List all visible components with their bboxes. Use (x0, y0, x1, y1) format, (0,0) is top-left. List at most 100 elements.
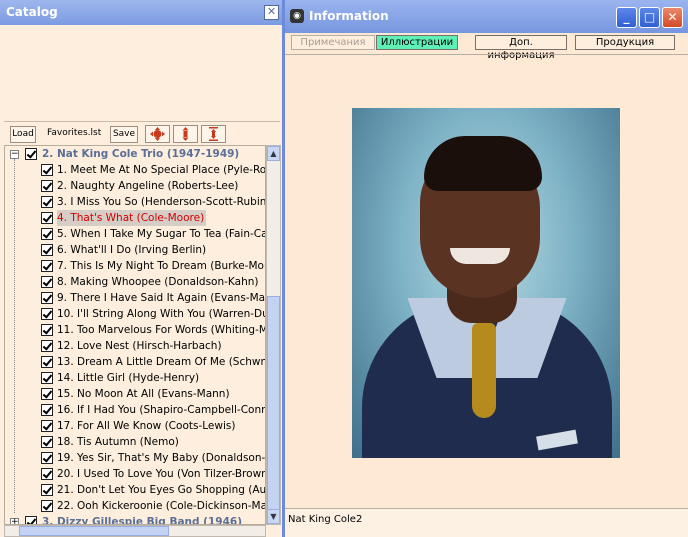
track-checkbox[interactable] (41, 468, 53, 480)
playlist-file-name: Favorites.lst (47, 128, 102, 138)
horizontal-scrollbar[interactable] (4, 525, 266, 537)
minimize-icon[interactable]: _ (616, 7, 637, 28)
load-button[interactable]: Load (10, 126, 36, 143)
track-checkbox[interactable] (41, 420, 53, 432)
track-row[interactable]: 3. I Miss You So (Henderson-Scott-Rubin) (5, 194, 265, 210)
move-up-down-icon[interactable] (173, 125, 198, 143)
horizontal-scroll-thumb[interactable] (19, 526, 169, 536)
track-checkbox[interactable] (41, 404, 53, 416)
track-row[interactable]: 11. Too Marvelous For Words (Whiting-Mer (5, 322, 265, 338)
information-window: ◉ Information _ □ ✕ Примечания Иллюстрац… (285, 0, 688, 537)
track-label: 19. Yes Sir, That's My Baby (Donaldson-K… (57, 452, 266, 464)
track-row[interactable]: 20. I Used To Love You (Von Tilzer-Brown… (5, 466, 265, 482)
track-checkbox[interactable] (41, 340, 53, 352)
maximize-icon[interactable]: □ (639, 7, 660, 28)
track-row[interactable]: 18. Tis Autumn (Nemo) (5, 434, 265, 450)
track-checkbox[interactable] (41, 260, 53, 272)
track-label: 5. When I Take My Sugar To Tea (Fain-Cah… (57, 228, 266, 240)
information-title-bar[interactable]: ◉ Information _ □ ✕ (285, 0, 688, 33)
track-checkbox[interactable] (41, 164, 53, 176)
track-label: 11. Too Marvelous For Words (Whiting-Mer (57, 324, 266, 336)
track-label: 2. Naughty Angeline (Roberts-Lee) (57, 180, 239, 192)
track-row[interactable]: 10. I'll String Along With You (Warren-D… (5, 306, 265, 322)
track-checkbox[interactable] (41, 484, 53, 496)
track-checkbox[interactable] (41, 292, 53, 304)
track-row[interactable]: 9. There I Have Said It Again (Evans-Man… (5, 290, 265, 306)
track-label: 1. Meet Me At No Special Place (Pyle-Rob… (57, 164, 266, 176)
track-checkbox[interactable] (41, 180, 53, 192)
track-checkbox[interactable] (41, 308, 53, 320)
track-label: 12. Love Nest (Hirsch-Harbach) (57, 340, 222, 352)
track-label: 6. What'll I Do (Irving Berlin) (57, 244, 207, 256)
track-row[interactable]: 13. Dream A Little Dream Of Me (Schwndt-… (5, 354, 265, 370)
scroll-up-icon[interactable]: ▲ (267, 146, 280, 161)
track-checkbox[interactable] (41, 276, 53, 288)
track-checkbox[interactable] (41, 436, 53, 448)
artist-photo (352, 108, 620, 458)
catalog-title: Catalog (6, 5, 58, 19)
track-checkbox[interactable] (41, 500, 53, 512)
close-icon[interactable]: ✕ (662, 7, 683, 28)
track-row[interactable]: 14. Little Girl (Hyde-Henry) (5, 370, 265, 386)
track-row[interactable]: 1. Meet Me At No Special Place (Pyle-Rob… (5, 162, 265, 178)
collapse-icon[interactable]: − (10, 150, 19, 159)
track-row[interactable]: 19. Yes Sir, That's My Baby (Donaldson-K… (5, 450, 265, 466)
track-label: 10. I'll String Along With You (Warren-D… (57, 308, 266, 320)
track-row-selected[interactable]: 4. That's What (Cole-Moore) (5, 210, 265, 226)
catalog-window: Catalog ✕ Load Favorites.lst Save − 2. Na… (0, 0, 285, 537)
track-checkbox[interactable] (41, 228, 53, 240)
track-checkbox[interactable] (41, 324, 53, 336)
vertical-scroll-thumb[interactable] (267, 296, 280, 511)
scroll-down-icon[interactable]: ▼ (267, 509, 280, 524)
track-label: 3. I Miss You So (Henderson-Scott-Rubin) (57, 196, 266, 208)
move-to-edges-icon[interactable] (201, 125, 226, 143)
track-row[interactable]: 22. Ooh Kickeroonie (Cole-Dickinson-May) (5, 498, 265, 514)
tree-group-row[interactable]: − 2. Nat King Cole Trio (1947-1949) (5, 146, 265, 162)
track-label: 18. Tis Autumn (Nemo) (57, 436, 179, 448)
group-label: 2. Nat King Cole Trio (1947-1949) (42, 148, 240, 160)
track-checkbox[interactable] (41, 244, 53, 256)
track-checkbox[interactable] (41, 212, 53, 224)
tab-illustrations[interactable]: Иллюстрации (376, 35, 458, 50)
vertical-scrollbar[interactable]: ▲ ▼ (266, 145, 281, 525)
track-row[interactable]: 5. When I Take My Sugar To Tea (Fain-Cah… (5, 226, 265, 242)
tab-notes[interactable]: Примечания (291, 35, 375, 50)
tab-extra-info[interactable]: Доп. информация (475, 35, 567, 61)
track-label: 9. There I Have Said It Again (Evans-Man… (57, 292, 266, 304)
track-row[interactable]: 16. If I Had You (Shapiro-Campbell-Conno… (5, 402, 265, 418)
catalog-empty-area (4, 26, 280, 121)
move-icon[interactable] (145, 125, 170, 143)
save-button[interactable]: Save (110, 126, 138, 143)
track-row[interactable]: 15. No Moon At All (Evans-Mann) (5, 386, 265, 402)
track-row[interactable]: 8. Making Whoopee (Donaldson-Kahn) (5, 274, 265, 290)
catalog-title-bar[interactable]: Catalog ✕ (0, 0, 282, 25)
track-checkbox[interactable] (41, 196, 53, 208)
track-tree[interactable]: − 2. Nat King Cole Trio (1947-1949) 1. Mee… (4, 145, 266, 525)
track-checkbox[interactable] (41, 372, 53, 384)
catalog-close-icon[interactable]: ✕ (264, 5, 279, 20)
track-label: 4. That's What (Cole-Moore) (57, 210, 207, 226)
tree-group-row[interactable]: +3. Dizzy Gillespie Big Band (1946) (5, 514, 265, 525)
track-row[interactable]: 2. Naughty Angeline (Roberts-Lee) (5, 178, 265, 194)
track-row[interactable]: 6. What'll I Do (Irving Berlin) (5, 242, 265, 258)
photo-smile (450, 248, 510, 264)
track-label: 17. For All We Know (Coots-Lewis) (57, 420, 236, 432)
information-title: Information (309, 9, 389, 23)
track-label: 7. This Is My Night To Dream (Burke-Mona… (57, 260, 266, 272)
group-label: 3. Dizzy Gillespie Big Band (1946) (42, 516, 242, 525)
tab-products[interactable]: Продукция (575, 35, 675, 50)
track-row[interactable]: 17. For All We Know (Coots-Lewis) (5, 418, 265, 434)
track-checkbox[interactable] (41, 388, 53, 400)
track-row[interactable]: 7. This Is My Night To Dream (Burke-Mona… (5, 258, 265, 274)
track-row[interactable]: 12. Love Nest (Hirsch-Harbach) (5, 338, 265, 354)
info-tabs: Примечания Иллюстрации Доп. информация П… (291, 35, 683, 61)
track-checkbox[interactable] (41, 356, 53, 368)
catalog-toolbar: Load Favorites.lst Save (4, 121, 280, 145)
track-checkbox[interactable] (41, 452, 53, 464)
expand-icon[interactable]: + (10, 518, 19, 524)
track-row[interactable]: 21. Don't Let You Eyes Go Shopping (Aust… (5, 482, 265, 498)
group-checkbox[interactable] (25, 148, 37, 160)
track-label: 20. I Used To Love You (Von Tilzer-Brown… (57, 468, 266, 480)
group-checkbox[interactable] (25, 516, 37, 524)
track-label: 14. Little Girl (Hyde-Henry) (57, 372, 200, 384)
